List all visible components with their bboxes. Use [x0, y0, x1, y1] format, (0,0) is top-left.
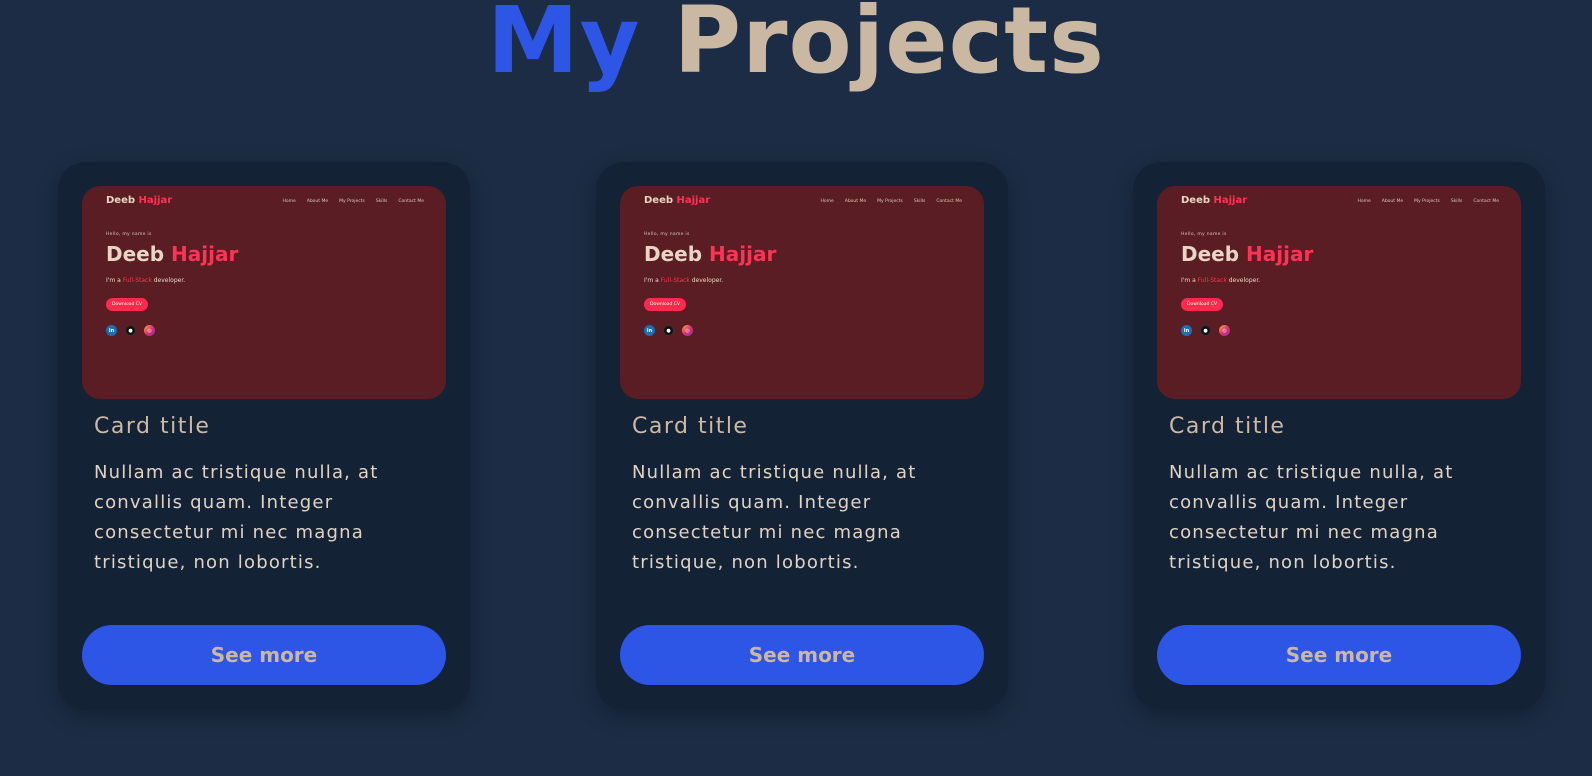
linkedin-icon: in	[1181, 325, 1192, 336]
preview-greeting: Hello, my name is	[106, 232, 152, 237]
instagram-icon: ◎	[682, 325, 693, 336]
preview-nav: Home About Me My Projects Skills Contact…	[282, 199, 424, 204]
preview-social-icons: in ● ◎	[644, 325, 693, 336]
preview-nav: Home About Me My Projects Skills Contact…	[820, 199, 962, 204]
card-title: Card title	[632, 414, 749, 439]
project-card: Deeb Hajjar Home About Me My Projects Sk…	[58, 162, 470, 710]
preview-role: I'm a Full-Stack developer.	[106, 277, 186, 284]
preview-nav-item: Contact Me	[1473, 199, 1499, 204]
preview-nav-item: Contact Me	[398, 199, 424, 204]
card-text: Nullam ac tristique nulla, at convallis …	[1169, 462, 1454, 573]
github-icon: ●	[1200, 325, 1211, 336]
preview-name: Deeb Hajjar	[644, 242, 777, 266]
project-preview-image: Deeb Hajjar Home About Me My Projects Sk…	[620, 186, 984, 399]
see-more-button[interactable]: See more	[82, 625, 446, 685]
preview-download-cv-button: Download CV	[1181, 298, 1223, 311]
preview-download-cv-button: Download CV	[644, 298, 686, 311]
preview-nav-item: About Me	[844, 199, 867, 204]
linkedin-icon: in	[644, 325, 655, 336]
linkedin-icon: in	[106, 325, 117, 336]
preview-name: Deeb Hajjar	[1181, 242, 1314, 266]
preview-nav-item: Home	[1357, 199, 1371, 204]
section-heading: My Projects	[0, 0, 1592, 96]
heading-word-my: My	[487, 0, 641, 94]
preview-nav-item: Home	[282, 199, 296, 204]
preview-nav-item: Home	[820, 199, 834, 204]
preview-nav-item: My Projects	[877, 199, 903, 204]
heading-word-projects: Projects	[673, 0, 1105, 94]
card-text: Nullam ac tristique nulla, at convallis …	[94, 462, 379, 573]
project-card: Deeb Hajjar Home About Me My Projects Sk…	[596, 162, 1008, 710]
preview-nav-item: Skills	[1450, 199, 1463, 204]
project-preview-image: Deeb Hajjar Home About Me My Projects Sk…	[1157, 186, 1521, 399]
preview-nav-item: About Me	[306, 199, 329, 204]
preview-download-cv-button: Download CV	[106, 298, 148, 311]
card-title: Card title	[94, 414, 211, 439]
see-more-button[interactable]: See more	[1157, 625, 1521, 685]
project-card: Deeb Hajjar Home About Me My Projects Sk…	[1133, 162, 1545, 710]
github-icon: ●	[125, 325, 136, 336]
preview-role: I'm a Full-Stack developer.	[1181, 277, 1261, 284]
preview-logo: Deeb Hajjar	[644, 195, 711, 206]
see-more-button[interactable]: See more	[620, 625, 984, 685]
preview-nav: Home About Me My Projects Skills Contact…	[1357, 199, 1499, 204]
preview-nav-item: Contact Me	[936, 199, 962, 204]
card-title: Card title	[1169, 414, 1286, 439]
preview-name: Deeb Hajjar	[106, 242, 239, 266]
github-icon: ●	[663, 325, 674, 336]
preview-role: I'm a Full-Stack developer.	[644, 277, 724, 284]
card-text: Nullam ac tristique nulla, at convallis …	[632, 462, 917, 573]
preview-nav-item: My Projects	[1414, 199, 1440, 204]
preview-logo: Deeb Hajjar	[106, 195, 173, 206]
instagram-icon: ◎	[144, 325, 155, 336]
preview-social-icons: in ● ◎	[1181, 325, 1230, 336]
preview-greeting: Hello, my name is	[1181, 232, 1227, 237]
preview-nav-item: My Projects	[339, 199, 365, 204]
preview-nav-item: Skills	[375, 199, 388, 204]
preview-nav-item: About Me	[1381, 199, 1404, 204]
preview-greeting: Hello, my name is	[644, 232, 690, 237]
project-preview-image: Deeb Hajjar Home About Me My Projects Sk…	[82, 186, 446, 399]
instagram-icon: ◎	[1219, 325, 1230, 336]
projects-section: My Projects Deeb Hajjar Home About Me My…	[0, 0, 1592, 776]
preview-nav-item: Skills	[913, 199, 926, 204]
preview-social-icons: in ● ◎	[106, 325, 155, 336]
preview-logo: Deeb Hajjar	[1181, 195, 1248, 206]
